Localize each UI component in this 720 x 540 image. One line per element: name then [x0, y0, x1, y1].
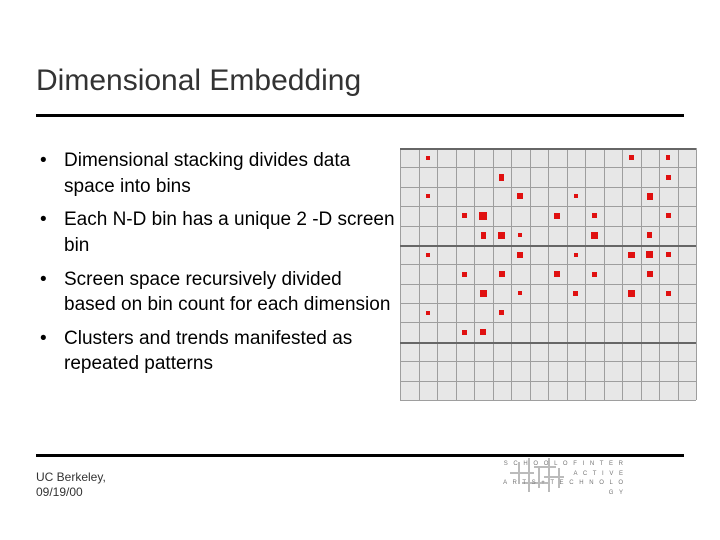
bullet-item: Each N-D bin has a unique 2 -D screen bi…	[36, 207, 396, 258]
data-point	[574, 194, 578, 198]
siat-line1: S C H O O L O F I N T E R A C T I V E	[504, 461, 625, 477]
grid-line-horizontal	[400, 167, 696, 168]
slide: Dimensional Embedding Dimensional stacki…	[0, 0, 720, 540]
data-point	[499, 271, 505, 277]
data-point	[646, 251, 653, 258]
data-point	[426, 194, 430, 198]
grid-line-horizontal	[400, 226, 696, 227]
data-point	[480, 329, 486, 335]
data-point	[462, 330, 467, 335]
data-point	[628, 252, 635, 258]
siat-logo: S C H O O L O F I N T E R A C T I V E A …	[510, 454, 670, 500]
data-point	[426, 253, 430, 257]
data-point	[479, 212, 487, 220]
siat-logo-text: S C H O O L O F I N T E R A C T I V E A …	[495, 460, 625, 498]
grid-line-horizontal	[400, 264, 696, 265]
grid-line-horizontal	[400, 206, 696, 207]
data-point	[498, 232, 505, 239]
data-point	[628, 290, 635, 297]
data-point	[518, 291, 522, 295]
data-point	[426, 311, 430, 315]
bullet-item: Screen space recursively divided based o…	[36, 267, 396, 318]
grid-line-horizontal	[400, 148, 696, 150]
data-point	[518, 233, 522, 237]
grid-line-vertical	[696, 148, 697, 400]
data-point	[592, 272, 597, 277]
data-point	[666, 175, 671, 180]
data-point	[517, 193, 523, 199]
grid-line-horizontal	[400, 284, 696, 285]
body-text: Dimensional stacking divides data space …	[36, 148, 396, 385]
bullet-item: Dimensional stacking divides data space …	[36, 148, 396, 199]
data-point	[426, 156, 430, 160]
bullet-list: Dimensional stacking divides data space …	[36, 148, 396, 377]
data-point	[591, 232, 598, 239]
data-point	[647, 232, 652, 238]
bullet-item: Clusters and trends manifested as repeat…	[36, 326, 396, 377]
footer-institution: UC Berkeley,	[36, 470, 106, 484]
data-point	[499, 174, 504, 181]
grid-line-horizontal	[400, 245, 696, 247]
grid-line-horizontal	[400, 342, 696, 344]
data-point	[573, 291, 578, 296]
data-point	[480, 290, 487, 297]
data-point	[462, 213, 467, 218]
dimensional-stacking-figure	[400, 148, 696, 400]
grid-line-horizontal	[400, 187, 696, 188]
grid-line-horizontal	[400, 303, 696, 304]
grid-line-horizontal	[400, 381, 696, 382]
footer-date: 09/19/00	[36, 485, 83, 499]
data-point	[462, 272, 467, 277]
siat-line2: A R T S + T E C H N O L O G Y	[503, 480, 625, 496]
data-point	[666, 291, 671, 296]
grid-line-horizontal	[400, 400, 696, 401]
data-point	[647, 193, 653, 200]
data-point	[666, 155, 670, 160]
data-point	[647, 271, 653, 277]
slide-title: Dimensional Embedding	[36, 64, 361, 98]
footer: UC Berkeley, 09/19/00	[36, 470, 106, 500]
data-point	[666, 252, 671, 257]
data-point	[629, 155, 634, 160]
data-point	[481, 232, 486, 239]
data-point	[554, 271, 560, 277]
divider-top	[36, 114, 684, 117]
grid-line-horizontal	[400, 361, 696, 362]
data-point	[554, 213, 560, 219]
data-point	[517, 252, 523, 258]
data-point	[499, 310, 504, 315]
data-point	[666, 213, 671, 218]
data-point	[592, 213, 597, 218]
grid-line-horizontal	[400, 322, 696, 323]
data-point	[574, 253, 578, 257]
